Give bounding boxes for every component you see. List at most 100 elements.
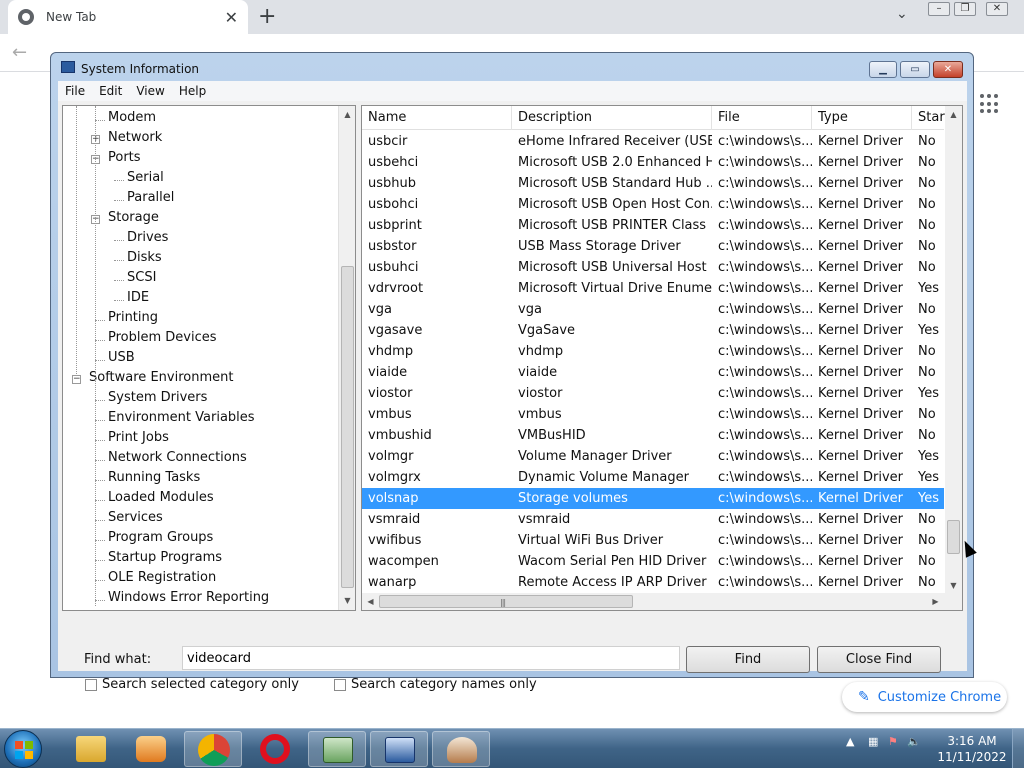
table-row[interactable]: usbhub Microsoft USB Standard Hub ... c:\w…: [362, 173, 944, 194]
menu-view[interactable]: View: [129, 84, 171, 98]
browser-minimize-button[interactable]: –: [928, 2, 950, 16]
search-category-names-checkbox[interactable]: Search category names only: [334, 677, 537, 692]
tree-item[interactable]: Network: [108, 130, 162, 145]
tree-item[interactable]: Running Tasks: [108, 470, 200, 485]
table-row[interactable]: vdrvroot Microsoft Virtual Drive Enumer..…: [362, 278, 944, 299]
taskbar-media-player[interactable]: [122, 731, 180, 767]
tree-item[interactable]: IDE: [127, 290, 149, 305]
google-apps-icon[interactable]: [980, 94, 1000, 114]
collapse-icon[interactable]: −: [72, 375, 81, 384]
table-row[interactable]: usbprint Microsoft USB PRINTER Class c:\wi…: [362, 215, 944, 236]
menu-file[interactable]: File: [58, 84, 92, 98]
table-row[interactable]: vwifibus Virtual WiFi Bus Driver c:\window…: [362, 530, 944, 551]
close-button[interactable]: ✕: [933, 61, 963, 78]
table-row[interactable]: usbohci Microsoft USB Open Host Con... c:\…: [362, 194, 944, 215]
menu-help[interactable]: Help: [172, 84, 213, 98]
taskbar-clock[interactable]: 3:16 AM 11/11/2022: [932, 733, 1012, 765]
taskbar-explorer[interactable]: [62, 731, 120, 767]
column-header-description[interactable]: Description: [512, 106, 712, 130]
table-row[interactable]: volmgrx Dynamic Volume Manager c:\windows\…: [362, 467, 944, 488]
taskbar-opera[interactable]: [246, 731, 304, 767]
find-button[interactable]: Find: [686, 646, 810, 673]
tab-search-chevron-icon[interactable]: ⌄: [896, 6, 908, 22]
action-center-icon[interactable]: ⚑: [888, 735, 898, 748]
table-row[interactable]: usbuhci Microsoft USB Universal Host ... c…: [362, 257, 944, 278]
maximize-button[interactable]: ▭: [900, 61, 930, 78]
tree-item[interactable]: Serial: [127, 170, 164, 185]
find-what-input[interactable]: [182, 646, 680, 670]
table-row[interactable]: viostor viostor c:\windows\s... Kernel Driv…: [362, 383, 944, 404]
browser-tab[interactable]: New Tab ✕: [8, 0, 248, 34]
table-row[interactable]: wacompen Wacom Serial Pen HID Driver c:\wi…: [362, 551, 944, 572]
tree-item[interactable]: Printing: [108, 310, 158, 325]
new-tab-button[interactable]: +: [258, 4, 276, 29]
tree-item[interactable]: Network Connections: [108, 450, 247, 465]
table-row[interactable]: volsnap Storage volumes c:\windows\s... Ker…: [362, 488, 944, 509]
tree-item[interactable]: Problem Devices: [108, 330, 217, 345]
show-desktop-button[interactable]: [1012, 729, 1024, 768]
taskbar-chrome[interactable]: [184, 731, 242, 767]
table-row[interactable]: wanarp Remote Access IP ARP Driver c:\wind…: [362, 572, 944, 593]
list-horizontal-scrollbar[interactable]: ◀ ||| ▶: [362, 593, 962, 610]
tree-item[interactable]: OLE Registration: [108, 570, 216, 585]
tree-item[interactable]: Print Jobs: [108, 430, 169, 445]
table-row[interactable]: vsmraid vsmraid c:\windows\s... Kernel Driv…: [362, 509, 944, 530]
scroll-up-arrow-icon[interactable]: ▲: [339, 106, 355, 123]
column-header-type[interactable]: Type: [812, 106, 912, 130]
column-header-name[interactable]: Name: [362, 106, 512, 130]
list-vertical-scrollbar[interactable]: ▲ ▼: [945, 106, 962, 594]
table-row[interactable]: vga vga c:\windows\s... Kernel Driver No: [362, 299, 944, 320]
table-row[interactable]: vgasave VgaSave c:\windows\s... Kernel Driv…: [362, 320, 944, 341]
tree-scroll-thumb[interactable]: [341, 266, 354, 588]
table-row[interactable]: usbcir eHome Infrared Receiver (USB... c:\…: [362, 131, 944, 152]
taskbar-network-app[interactable]: [432, 731, 490, 767]
tree-item[interactable]: Drives: [127, 230, 168, 245]
tree-item[interactable]: Ports: [108, 150, 141, 165]
scroll-right-arrow-icon[interactable]: ▶: [927, 593, 944, 610]
window-titlebar[interactable]: System Information ▁ ▭ ✕: [51, 53, 973, 81]
tree-vertical-scrollbar[interactable]: ▲ ▼: [338, 106, 355, 610]
tree-item[interactable]: Windows Error Reporting: [108, 590, 269, 605]
tree-item[interactable]: SCSI: [127, 270, 156, 285]
tree-item[interactable]: Storage: [108, 210, 159, 225]
customize-chrome-button[interactable]: ✎ Customize Chrome: [842, 682, 1007, 712]
list-scroll-down-arrow-icon[interactable]: ▼: [945, 577, 962, 594]
back-arrow-icon[interactable]: ←: [12, 42, 27, 63]
scroll-left-arrow-icon[interactable]: ◀: [362, 593, 379, 610]
table-row[interactable]: usbehci Microsoft USB 2.0 Enhanced H... c:…: [362, 152, 944, 173]
tree-item[interactable]: System Drivers: [108, 390, 207, 405]
checkbox-box[interactable]: [85, 678, 97, 691]
tree-item[interactable]: USB: [108, 350, 135, 365]
table-row[interactable]: volmgr Volume Manager Driver c:\windows\s.…: [362, 446, 944, 467]
taskbar-system-information[interactable]: [370, 731, 428, 767]
close-find-button[interactable]: Close Find: [817, 646, 941, 673]
scroll-down-arrow-icon[interactable]: ▼: [339, 592, 355, 609]
tree-item[interactable]: Environment Variables: [108, 410, 255, 425]
tree-item[interactable]: Parallel: [127, 190, 174, 205]
menu-edit[interactable]: Edit: [92, 84, 129, 98]
browser-close-button[interactable]: ✕: [986, 2, 1008, 16]
search-selected-category-checkbox[interactable]: Search selected category only: [85, 677, 299, 692]
checkbox-box[interactable]: [334, 678, 346, 691]
taskbar-task-manager[interactable]: [308, 731, 366, 767]
tree-item[interactable]: Loaded Modules: [108, 490, 214, 505]
list-scroll-up-arrow-icon[interactable]: ▲: [945, 106, 962, 123]
tree-item[interactable]: Program Groups: [108, 530, 213, 545]
list-hscroll-thumb[interactable]: |||: [379, 595, 633, 608]
table-row[interactable]: vmbushid VMBusHID c:\windows\s... Kernel Dr…: [362, 425, 944, 446]
table-row[interactable]: usbstor USB Mass Storage Driver c:\windows…: [362, 236, 944, 257]
browser-restore-button[interactable]: ❐: [954, 2, 976, 16]
tree-item[interactable]: Software Environment: [89, 370, 233, 385]
tree-item[interactable]: Services: [108, 510, 163, 525]
show-hidden-icons-icon[interactable]: ▲: [846, 735, 854, 748]
tree-item[interactable]: Disks: [127, 250, 162, 265]
tree-item[interactable]: Startup Programs: [108, 550, 222, 565]
table-row[interactable]: vhdmp vhdmp c:\windows\s... Kernel Driver No: [362, 341, 944, 362]
list-scroll-thumb[interactable]: [947, 520, 960, 554]
details-list[interactable]: Name Description File Type Start usbcir e…: [361, 105, 963, 611]
column-header-file[interactable]: File: [712, 106, 812, 130]
table-row[interactable]: viaide viaide c:\windows\s... Kernel Driver…: [362, 362, 944, 383]
network-status-icon[interactable]: ▦: [868, 735, 878, 748]
table-row[interactable]: vmbus vmbus c:\windows\s... Kernel Driver No: [362, 404, 944, 425]
volume-icon[interactable]: 🔈: [907, 735, 921, 748]
